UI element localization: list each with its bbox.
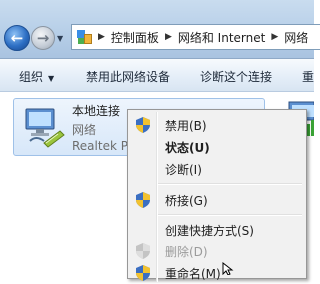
- breadcrumb-item-network[interactable]: 网络: [284, 29, 308, 46]
- menu-item-status[interactable]: 状态(U): [130, 136, 304, 158]
- menu-item-create-shortcut[interactable]: 创建快捷方式(S): [130, 219, 304, 241]
- breadcrumb-item-control-panel[interactable]: 控制面板: [111, 29, 159, 46]
- forward-button[interactable]: →: [31, 26, 55, 50]
- back-button[interactable]: ←: [4, 25, 30, 51]
- adapter-network: 网络: [72, 123, 97, 137]
- shield-icon: [136, 117, 150, 133]
- menu-item-label: 创建快捷方式(S): [165, 224, 254, 238]
- recent-pages-dropdown-icon[interactable]: ▼: [57, 34, 63, 43]
- breadcrumb[interactable]: ▶ 控制面板 ▶ 网络和 Internet ▶ 网络: [71, 24, 320, 50]
- menu-item-rename[interactable]: 重命名(M): [130, 262, 304, 284]
- menu-item-label: 删除(D): [165, 245, 208, 259]
- shield-icon: [136, 243, 150, 259]
- breadcrumb-separator-icon[interactable]: ▶: [98, 32, 105, 42]
- mouse-cursor-icon: [222, 262, 234, 275]
- menu-separator: [158, 183, 302, 185]
- network-adapter-icon: [25, 108, 65, 148]
- menu-item-disable[interactable]: 禁用(B): [130, 114, 304, 136]
- command-bar: 组织 ▼ 禁用此网络设备 诊断这个连接 重: [0, 59, 314, 92]
- menu-item-bridge[interactable]: 桥接(G): [130, 189, 304, 211]
- menu-item-label: 状态(U): [165, 141, 210, 155]
- chevron-down-icon: ▼: [48, 74, 55, 83]
- menu-item-label: 禁用(B): [165, 119, 207, 133]
- menu-item-label: 桥接(G): [165, 194, 208, 208]
- disable-device-button[interactable]: 禁用此网络设备: [86, 68, 170, 85]
- organize-button[interactable]: 组织 ▼: [19, 68, 54, 85]
- diagnose-connection-button[interactable]: 诊断这个连接: [200, 68, 272, 85]
- breadcrumb-separator-icon[interactable]: ▶: [165, 32, 172, 42]
- menu-item-label: 诊断(I): [165, 163, 202, 177]
- context-menu: 禁用(B) 状态(U) 诊断(I) 桥接(G) 创建快捷方式(S) 删除(D): [127, 109, 307, 282]
- control-panel-icon: [76, 29, 92, 45]
- menu-item-diagnose[interactable]: 诊断(I): [130, 158, 304, 180]
- menu-separator: [158, 214, 302, 216]
- forward-arrow-icon: →: [36, 29, 50, 47]
- menu-item-label: 重命名(M): [165, 267, 221, 281]
- menu-item-delete[interactable]: 删除(D): [130, 240, 304, 262]
- organize-label: 组织: [19, 70, 44, 84]
- shield-icon: [136, 192, 150, 208]
- address-bar-area: ← → ▼ ▶ 控制面板 ▶ 网络和 Internet ▶ 网络: [0, 0, 320, 59]
- adapter-name: 本地连接: [72, 104, 121, 118]
- back-arrow-icon: ←: [10, 29, 24, 47]
- breadcrumb-separator-icon[interactable]: ▶: [271, 32, 278, 42]
- shield-icon: [136, 265, 150, 281]
- rename-button[interactable]: 重: [302, 68, 314, 85]
- breadcrumb-item-network-internet[interactable]: 网络和 Internet: [178, 29, 265, 46]
